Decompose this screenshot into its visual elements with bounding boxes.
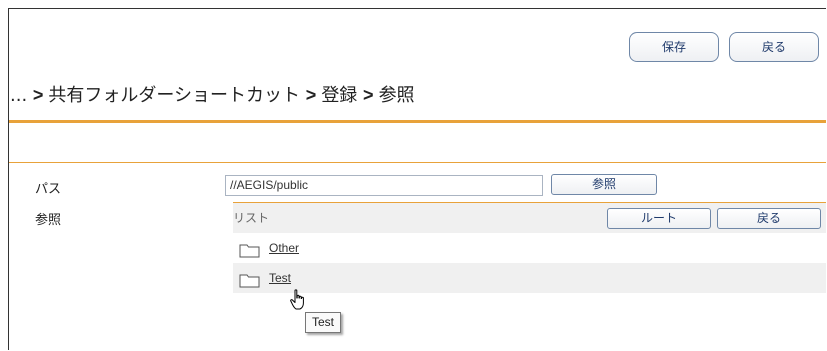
list-item[interactable]: Test <box>233 265 826 293</box>
breadcrumb-item-shared-folder-shortcut[interactable]: 共有フォルダーショートカット <box>48 85 300 106</box>
path-label: パス <box>35 182 62 197</box>
breadcrumb-item-register[interactable]: 登録 <box>321 85 357 106</box>
save-button[interactable]: 保存 <box>629 32 719 62</box>
tooltip: Test <box>305 312 342 333</box>
folder-link-test[interactable]: Test <box>269 271 291 285</box>
breadcrumb-item-browse: 参照 <box>378 85 415 106</box>
path-input[interactable]: //AEGIS/public <box>225 175 543 196</box>
section-divider <box>9 162 826 163</box>
back-button[interactable]: 戻る <box>729 32 819 62</box>
folder-icon <box>239 274 260 288</box>
breadcrumb: ... > 共有フォルダーショートカット > 登録 > 参照 <box>10 81 415 107</box>
folder-icon <box>239 244 260 258</box>
folder-link-other[interactable]: Other <box>269 241 299 255</box>
list-label: リスト <box>233 211 270 225</box>
browse-button[interactable]: 参照 <box>551 174 657 195</box>
breadcrumb-separator: > <box>305 85 322 105</box>
browse-label: 参照 <box>35 213 62 228</box>
breadcrumb-separator: > <box>32 85 49 105</box>
main-panel: 保存 戻る ... > 共有フォルダーショートカット > 登録 > 参照 パス … <box>8 8 826 350</box>
root-button[interactable]: ルート <box>607 208 711 229</box>
header-divider <box>9 120 826 123</box>
list-back-button[interactable]: 戻る <box>717 208 821 229</box>
hand-pointer-icon <box>290 289 304 310</box>
breadcrumb-ellipsis[interactable]: ... <box>10 85 27 106</box>
list-item[interactable]: Other <box>233 235 826 263</box>
breadcrumb-separator: > <box>363 85 379 105</box>
